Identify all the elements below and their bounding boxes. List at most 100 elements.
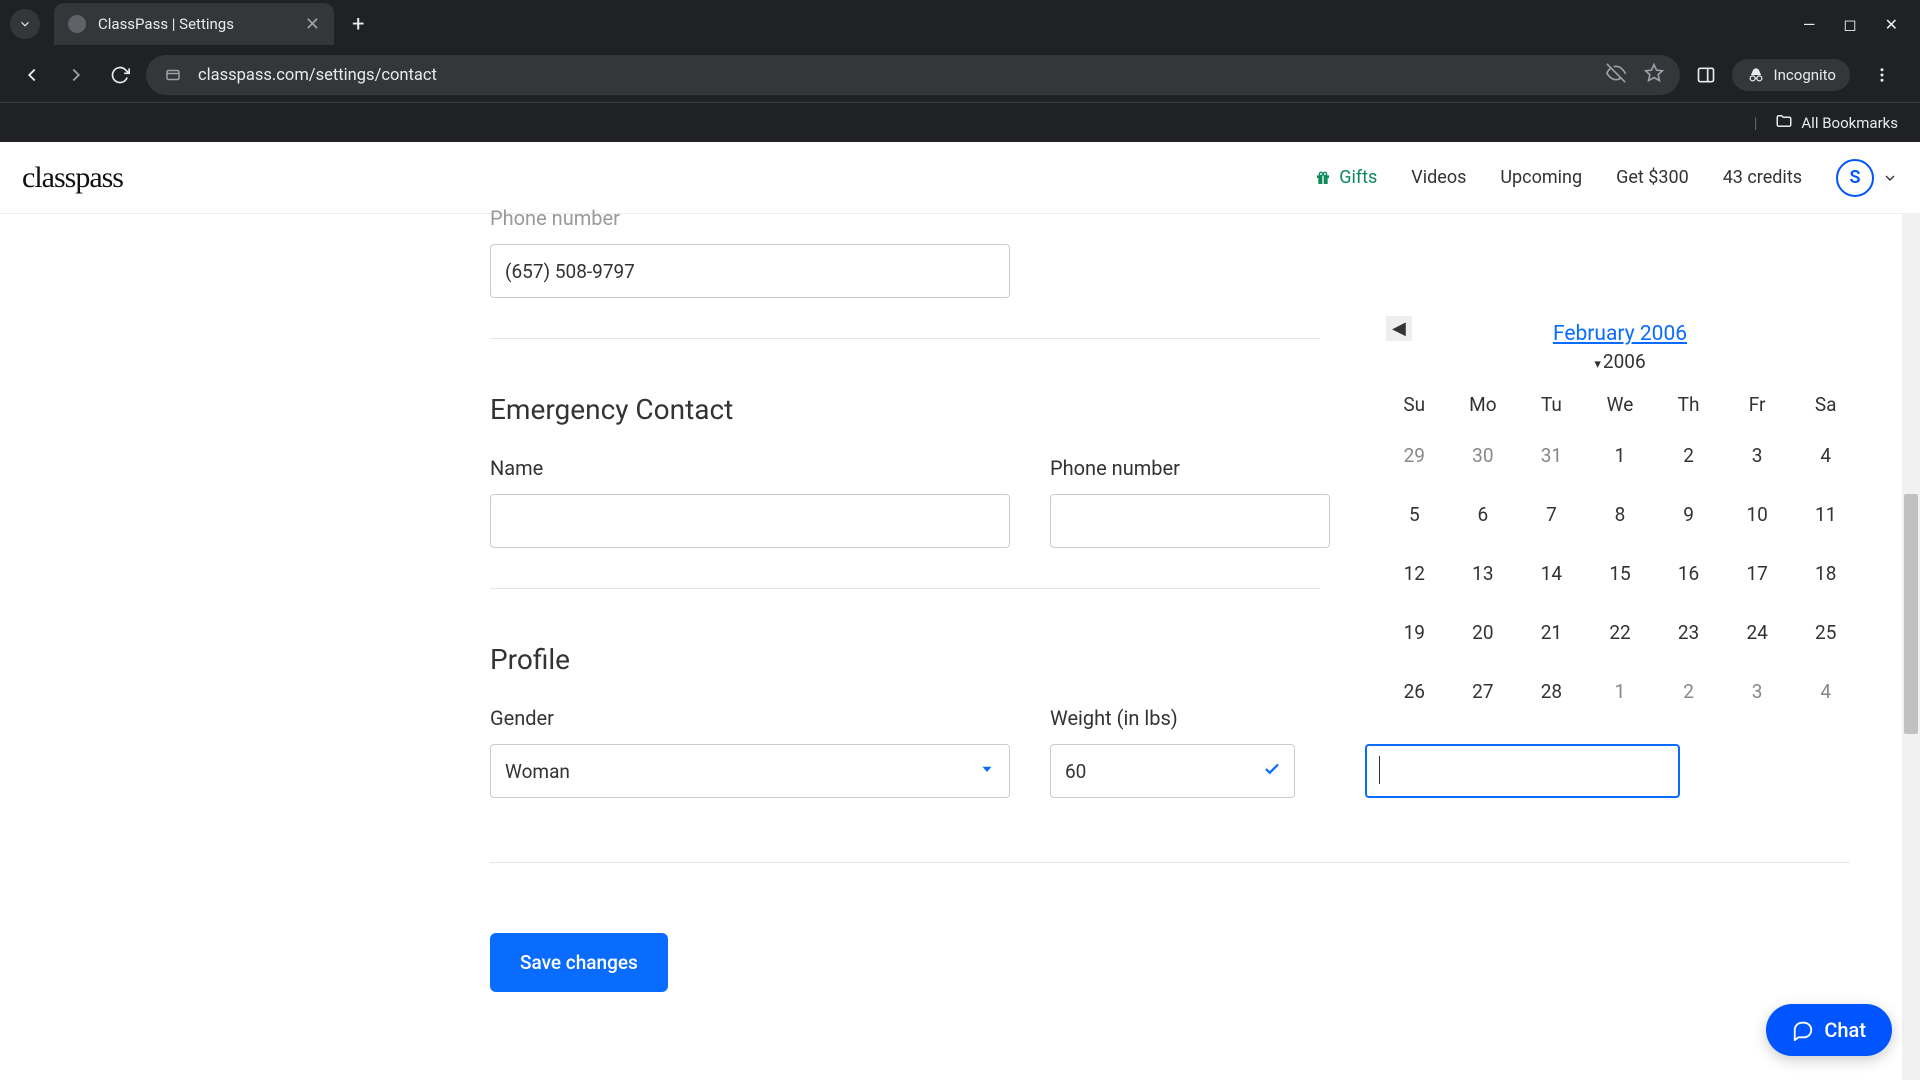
- emergency-phone-input[interactable]: [1050, 494, 1330, 548]
- calendar-dow: We: [1586, 383, 1655, 426]
- calendar-title[interactable]: February 2006: [1553, 322, 1687, 346]
- emergency-name-input[interactable]: [490, 494, 1010, 548]
- gift-icon: [1315, 170, 1331, 186]
- phone-label: Phone number: [490, 206, 1870, 230]
- calendar-day[interactable]: 3: [1723, 662, 1792, 721]
- calendar-day[interactable]: 5: [1380, 485, 1449, 544]
- nav-upcoming[interactable]: Upcoming: [1500, 167, 1582, 188]
- incognito-label: Incognito: [1774, 66, 1836, 84]
- url-text: classpass.com/settings/contact: [198, 66, 1592, 85]
- calendar-day[interactable]: 24: [1723, 603, 1792, 662]
- chevron-down-icon: [1882, 170, 1898, 186]
- calendar-day[interactable]: 12: [1380, 544, 1449, 603]
- calendar-day[interactable]: 8: [1586, 485, 1655, 544]
- side-panel-button[interactable]: [1688, 57, 1724, 93]
- folder-icon: [1775, 112, 1793, 134]
- nav-gifts[interactable]: Gifts: [1315, 167, 1377, 188]
- tab-bar: ClassPass | Settings ✕ + — ◻ ✕: [0, 0, 1920, 48]
- calendar-day[interactable]: 30: [1449, 426, 1518, 485]
- calendar-day[interactable]: 6: [1449, 485, 1518, 544]
- nav-videos[interactable]: Videos: [1411, 167, 1466, 188]
- emergency-name-label: Name: [490, 456, 1010, 480]
- forward-button[interactable]: [58, 57, 94, 93]
- emergency-phone-label: Phone number: [1050, 456, 1330, 480]
- calendar-day[interactable]: 10: [1723, 485, 1792, 544]
- calendar-prev-button[interactable]: ◀: [1386, 316, 1412, 341]
- gender-label: Gender: [490, 706, 1010, 730]
- calendar-day[interactable]: 21: [1517, 603, 1586, 662]
- scroll-area: Phone number Emergency Contact Name Phon…: [0, 214, 1920, 1080]
- calendar-day[interactable]: 18: [1791, 544, 1860, 603]
- calendar-day[interactable]: 29: [1380, 426, 1449, 485]
- browser-menu-button[interactable]: [1864, 57, 1900, 93]
- calendar-day[interactable]: 7: [1517, 485, 1586, 544]
- chat-button[interactable]: Chat: [1766, 1004, 1892, 1056]
- date-picker: ◀ February 2006 ▾2006 SuMoTuWeThFrSa2930…: [1380, 314, 1860, 721]
- calendar-day[interactable]: 23: [1654, 603, 1723, 662]
- divider: [490, 338, 1320, 339]
- incognito-badge[interactable]: Incognito: [1732, 59, 1850, 91]
- calendar-day[interactable]: 19: [1380, 603, 1449, 662]
- calendar-day[interactable]: 15: [1586, 544, 1655, 603]
- weight-label: Weight (in lbs): [1050, 706, 1295, 730]
- back-button[interactable]: [14, 57, 50, 93]
- phone-input[interactable]: [490, 244, 1010, 298]
- scrollbar-thumb[interactable]: [1904, 494, 1918, 734]
- bookmark-star-icon[interactable]: [1644, 63, 1664, 87]
- bookmarks-bar: | All Bookmarks: [0, 102, 1920, 142]
- calendar-dow: Fr: [1723, 383, 1792, 426]
- calendar-day[interactable]: 4: [1791, 426, 1860, 485]
- calendar-dow: Sa: [1791, 383, 1860, 426]
- maximize-button[interactable]: ◻: [1843, 15, 1856, 34]
- calendar-day[interactable]: 17: [1723, 544, 1792, 603]
- all-bookmarks-link[interactable]: All Bookmarks: [1801, 114, 1898, 132]
- calendar-day[interactable]: 16: [1654, 544, 1723, 603]
- nav-referral[interactable]: Get $300: [1616, 167, 1689, 188]
- browser-chrome: ClassPass | Settings ✕ + — ◻ ✕ classpass…: [0, 0, 1920, 142]
- nav-credits[interactable]: 43 credits: [1723, 167, 1802, 188]
- reload-button[interactable]: [102, 57, 138, 93]
- address-bar[interactable]: classpass.com/settings/contact: [146, 55, 1680, 95]
- scrollbar-track[interactable]: [1902, 214, 1920, 1080]
- calendar-day[interactable]: 26: [1380, 662, 1449, 721]
- calendar-day[interactable]: 2: [1654, 662, 1723, 721]
- calendar-day[interactable]: 25: [1791, 603, 1860, 662]
- tab-close-button[interactable]: ✕: [305, 14, 320, 35]
- site-info-icon[interactable]: [162, 64, 184, 86]
- page: classpass Gifts Videos Upcoming Get $300…: [0, 142, 1920, 1080]
- text-cursor: [1379, 756, 1380, 784]
- calendar-day[interactable]: 22: [1586, 603, 1655, 662]
- account-menu[interactable]: S: [1836, 159, 1898, 197]
- eye-off-icon[interactable]: [1606, 63, 1626, 87]
- address-bar-row: classpass.com/settings/contact Incognito: [0, 48, 1920, 102]
- save-changes-button[interactable]: Save changes: [490, 933, 668, 992]
- calendar-day[interactable]: 14: [1517, 544, 1586, 603]
- site-header: classpass Gifts Videos Upcoming Get $300…: [0, 142, 1920, 214]
- calendar-day[interactable]: 27: [1449, 662, 1518, 721]
- date-input[interactable]: [1365, 744, 1680, 798]
- logo[interactable]: classpass: [22, 161, 123, 195]
- calendar-day[interactable]: 20: [1449, 603, 1518, 662]
- weight-input[interactable]: [1050, 744, 1295, 798]
- browser-tab[interactable]: ClassPass | Settings ✕: [54, 3, 334, 45]
- calendar-dow: Th: [1654, 383, 1723, 426]
- calendar-grid: SuMoTuWeThFrSa29303112345678910111213141…: [1380, 383, 1860, 721]
- calendar-day[interactable]: 11: [1791, 485, 1860, 544]
- calendar-day[interactable]: 2: [1654, 426, 1723, 485]
- calendar-day[interactable]: 9: [1654, 485, 1723, 544]
- gender-select[interactable]: [490, 744, 1010, 798]
- calendar-day[interactable]: 31: [1517, 426, 1586, 485]
- calendar-day[interactable]: 4: [1791, 662, 1860, 721]
- close-window-button[interactable]: ✕: [1885, 15, 1898, 34]
- calendar-day[interactable]: 3: [1723, 426, 1792, 485]
- calendar-day[interactable]: 1: [1586, 426, 1655, 485]
- minimize-button[interactable]: —: [1803, 15, 1816, 34]
- tab-search-button[interactable]: [10, 9, 40, 39]
- calendar-day[interactable]: 28: [1517, 662, 1586, 721]
- chat-label: Chat: [1824, 1018, 1866, 1042]
- calendar-day[interactable]: 1: [1586, 662, 1655, 721]
- calendar-day[interactable]: 13: [1449, 544, 1518, 603]
- calendar-dow: Mo: [1449, 383, 1518, 426]
- calendar-dow: Su: [1380, 383, 1449, 426]
- new-tab-button[interactable]: +: [352, 12, 364, 37]
